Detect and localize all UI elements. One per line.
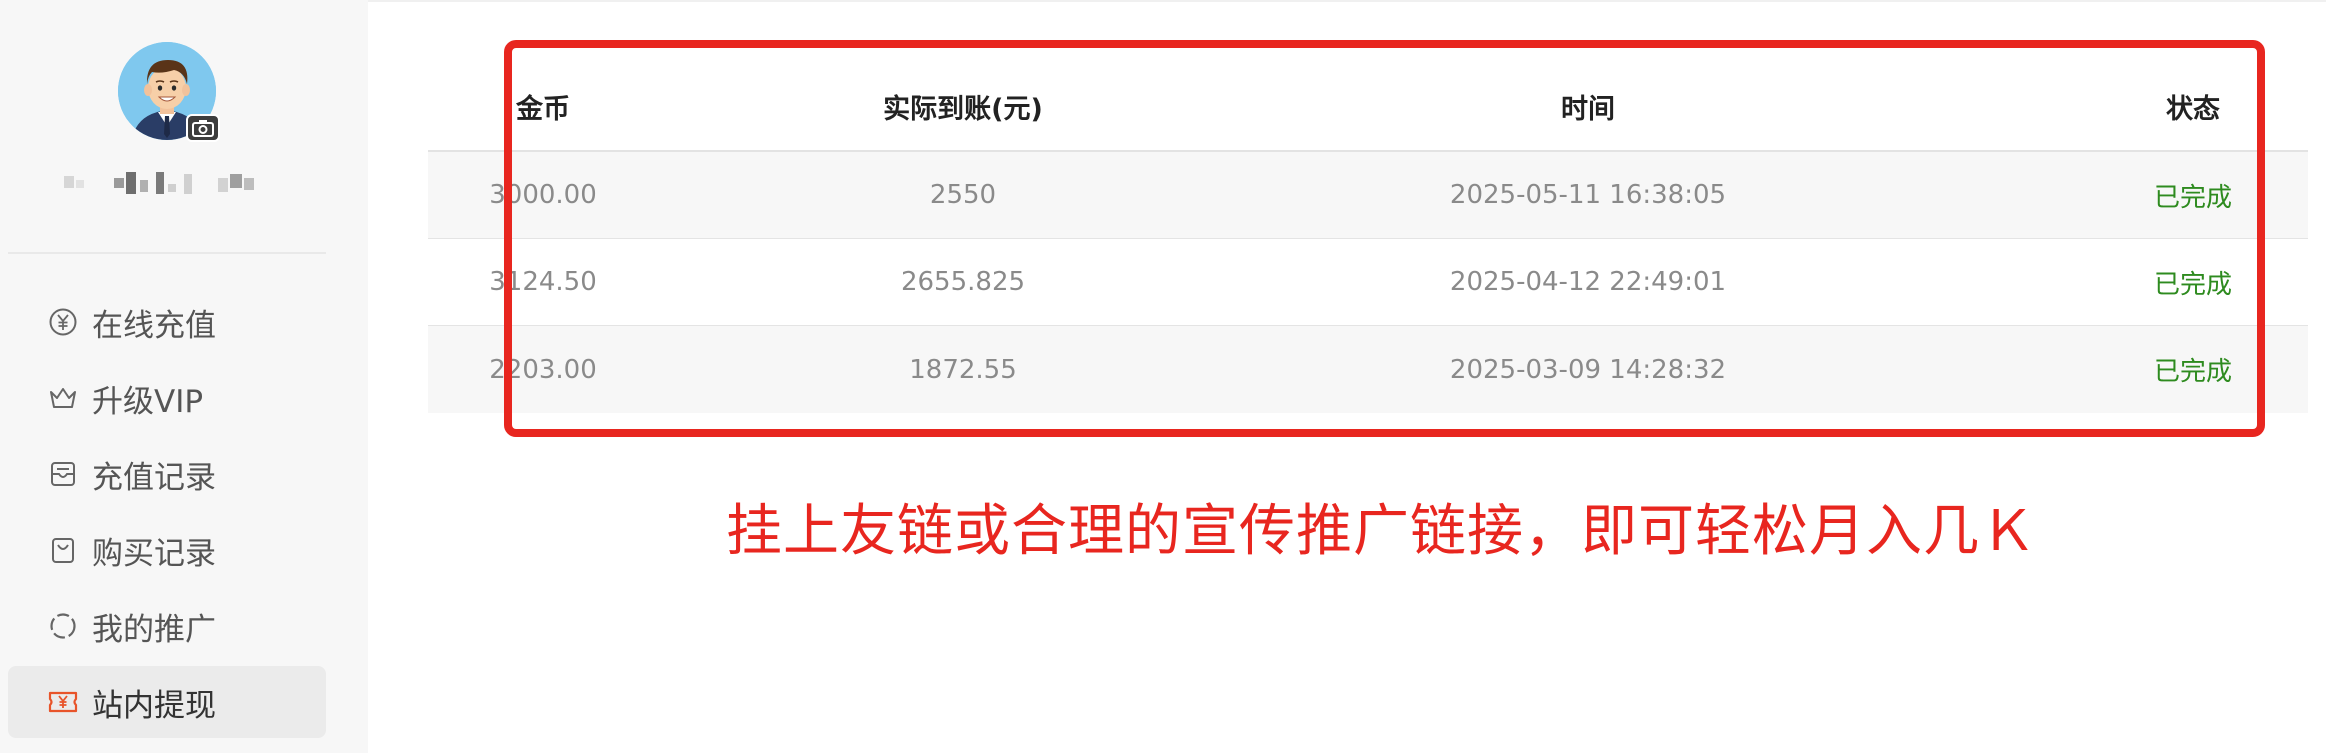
sidebar-item-label: 我的推广 xyxy=(92,611,216,648)
camera-icon[interactable] xyxy=(186,114,220,142)
sidebar-divider xyxy=(8,252,326,254)
column-header-time: 时间 xyxy=(1561,93,1615,125)
sidebar-item-my-promotion[interactable]: 我的推广 xyxy=(8,590,326,662)
top-divider xyxy=(368,0,2326,2)
sidebar: 在线充值 升级VIP 充值记录 购买记录 我的推广 站内提现 xyxy=(0,0,368,753)
sidebar-item-online-recharge[interactable]: 在线充值 xyxy=(8,286,326,358)
cell-amount: 1872.55 xyxy=(909,354,1017,385)
sidebar-item-label: 充值记录 xyxy=(92,459,216,496)
cell-time: 2025-03-09 14:28:32 xyxy=(1449,354,1727,385)
sidebar-item-recharge-records[interactable]: 充值记录 xyxy=(8,438,326,510)
username-blurred xyxy=(60,170,276,196)
table-header: 金币 实际到账(元) 时间 状态 xyxy=(428,62,2308,152)
sidebar-menu: 在线充值 升级VIP 充值记录 购买记录 我的推广 站内提现 xyxy=(8,286,326,742)
table-row: 2203.00 1872.55 2025-03-09 14:28:32 已完成 xyxy=(428,326,2308,413)
cell-amount: 2655.825 xyxy=(900,267,1026,297)
cell-status: 已完成 xyxy=(2153,182,2232,213)
withdraw-ticket-icon xyxy=(48,687,78,717)
annotation-promo-text: 挂上友链或合理的宣传推广链接，即可轻松月入几Ｋ xyxy=(726,499,2037,564)
sidebar-item-label: 升级VIP xyxy=(92,383,204,420)
cell-status: 已完成 xyxy=(2153,269,2232,300)
inbox-icon xyxy=(48,459,78,489)
sidebar-item-label: 在线充值 xyxy=(92,307,216,344)
cell-amount: 2550 xyxy=(929,180,997,210)
column-header-status: 状态 xyxy=(2166,93,2220,125)
table-body: 3000.00 2550 2025-05-11 16:38:05 已完成 312… xyxy=(428,152,2308,413)
withdraw-records-table: 金币 实际到账(元) 时间 状态 3000.00 2550 2025-05-11… xyxy=(428,62,2308,413)
sidebar-item-upgrade-vip[interactable]: 升级VIP xyxy=(8,362,326,434)
table-row: 3000.00 2550 2025-05-11 16:38:05 已完成 xyxy=(428,152,2308,239)
sidebar-item-purchase-records[interactable]: 购买记录 xyxy=(8,514,326,586)
cell-time: 2025-04-12 22:49:01 xyxy=(1449,267,1727,297)
sidebar-item-label: 购买记录 xyxy=(92,535,216,572)
column-header-coins: 金币 xyxy=(516,93,570,125)
crown-icon xyxy=(48,383,78,413)
yen-circle-icon xyxy=(48,307,78,337)
cell-coins: 3124.50 xyxy=(489,267,597,297)
main-content: 金币 实际到账(元) 时间 状态 3000.00 2550 2025-05-11… xyxy=(368,0,2326,753)
cell-status: 已完成 xyxy=(2153,357,2232,387)
avatar[interactable] xyxy=(118,42,220,142)
dashed-circle-icon xyxy=(48,611,78,641)
sidebar-item-withdraw[interactable]: 站内提现 xyxy=(8,666,326,738)
cell-coins: 3000.00 xyxy=(489,180,597,210)
shopping-bag-icon xyxy=(48,535,78,565)
cell-coins: 2203.00 xyxy=(489,354,597,385)
column-header-amount: 实际到账(元) xyxy=(883,93,1043,125)
cell-time: 2025-05-11 16:38:05 xyxy=(1449,180,1727,210)
sidebar-item-label: 站内提现 xyxy=(92,687,216,724)
table-row: 3124.50 2655.825 2025-04-12 22:49:01 已完成 xyxy=(428,239,2308,326)
